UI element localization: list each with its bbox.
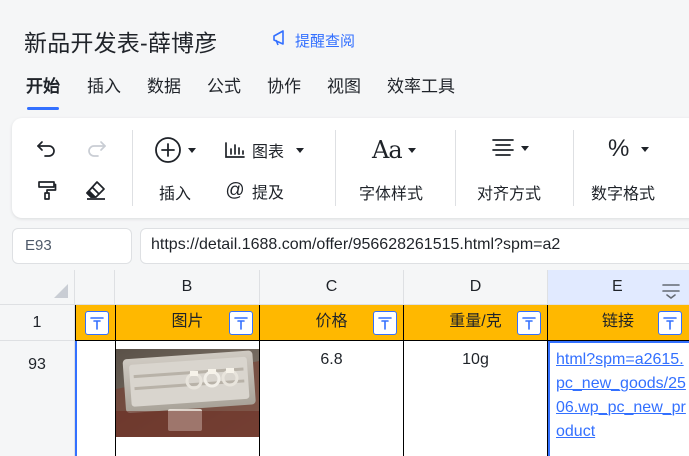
chart-button[interactable]: 图表 (224, 138, 305, 162)
column-header-b[interactable]: B (115, 270, 260, 305)
product-image[interactable] (116, 349, 259, 437)
cell-d93[interactable]: 10g (404, 341, 548, 456)
select-all-corner[interactable] (0, 270, 75, 305)
header-e-label: 链接 (602, 313, 635, 330)
remind-to-read-button[interactable]: 提醒查阅 (271, 29, 355, 51)
chevron-down-icon (521, 145, 529, 151)
font-style-dropdown[interactable]: Aa (372, 136, 416, 164)
font-style-label: 字体样式 (359, 186, 424, 203)
header-cell-a[interactable] (75, 305, 116, 341)
cell-c93[interactable]: 6.8 (260, 341, 404, 456)
clear-format-button[interactable] (85, 180, 107, 200)
spreadsheet-grid: B C D E 1 图片 价格 重量/克 链接 93 6.8 10g html?… (0, 270, 689, 456)
megaphone-icon (271, 29, 291, 51)
font-aa-icon: Aa (372, 136, 403, 164)
mention-label: 提及 (252, 185, 285, 202)
header-c-label: 价格 (315, 313, 348, 330)
alignment-dropdown[interactable] (491, 138, 529, 158)
chevron-down-icon (188, 147, 196, 153)
cell-e93-link[interactable]: html?spm=a2615.pc_new_goods/2506.wp_pc_n… (548, 341, 689, 456)
menu-tabs: 开始 插入 数据 公式 协作 视图 效率工具 (0, 76, 455, 112)
mention-button[interactable]: @ 提及 (224, 179, 284, 203)
number-format-label: 数字格式 (591, 186, 656, 203)
corner-triangle-icon (54, 284, 68, 298)
toolbar-divider (455, 130, 456, 206)
tab-efficiency-tools[interactable]: 效率工具 (387, 76, 455, 110)
number-format-dropdown[interactable]: % (608, 135, 650, 163)
header-cell-c[interactable]: 价格 (260, 305, 404, 341)
tab-start[interactable]: 开始 (26, 76, 60, 110)
tab-collaborate[interactable]: 协作 (267, 76, 301, 110)
toolbar-divider (573, 130, 574, 206)
redo-button[interactable] (85, 138, 107, 158)
plus-circle-icon (154, 136, 182, 164)
jewelry-tray-photo (116, 349, 259, 437)
tab-data[interactable]: 数据 (147, 76, 181, 110)
filter-button[interactable] (517, 311, 541, 335)
header-cell-d[interactable]: 重量/克 (404, 305, 548, 341)
column-header-a[interactable] (75, 270, 115, 305)
column-header-e-label: E (612, 278, 623, 295)
chevron-down-icon (641, 146, 650, 152)
filter-button[interactable] (658, 311, 682, 335)
column-header-d[interactable]: D (404, 270, 548, 305)
alignment-label: 对齐方式 (477, 186, 542, 203)
formula-input[interactable]: https://detail.1688.com/offer/9566282615… (140, 228, 689, 264)
percent-icon: % (608, 135, 630, 162)
redo-icon (85, 138, 107, 158)
cell-reference-box[interactable]: E93 (12, 228, 132, 264)
undo-icon (36, 138, 58, 158)
ribbon-toolbar: 插入 图表 @ 提及 Aa 字体样式 对齐方式 % 数字格式 (12, 118, 689, 218)
tab-formula[interactable]: 公式 (207, 76, 241, 110)
paint-brush-icon (37, 180, 57, 200)
at-sign-icon: @ (225, 180, 245, 201)
format-painter-button[interactable] (37, 180, 57, 200)
filter-button[interactable] (229, 311, 253, 335)
toolbar-divider (335, 130, 336, 206)
remind-label: 提醒查阅 (295, 32, 356, 50)
row-header-1[interactable]: 1 (0, 305, 75, 341)
toolbar-divider (132, 130, 133, 206)
column-header-e[interactable]: E (548, 270, 689, 305)
chevron-down-icon (407, 147, 416, 153)
filter-button[interactable] (373, 311, 397, 335)
document-title[interactable]: 新品开发表-薛博彦 (24, 24, 217, 58)
tab-view[interactable]: 视图 (327, 76, 361, 110)
insert-label: 插入 (159, 186, 192, 203)
row-header-93[interactable]: 93 (0, 341, 75, 456)
cell-a93[interactable] (75, 341, 116, 456)
align-center-icon (491, 138, 515, 158)
chart-label: 图表 (252, 144, 285, 161)
eraser-icon (85, 180, 107, 200)
spreadsheet-app: 新品开发表-薛博彦 提醒查阅 开始 插入 数据 公式 协作 视图 效率工具 插入… (0, 0, 689, 456)
column-header-c[interactable]: C (260, 270, 404, 305)
bar-chart-icon (224, 141, 246, 159)
undo-button[interactable] (36, 138, 58, 158)
header-cell-e[interactable]: 链接 (548, 305, 689, 341)
tab-insert[interactable]: 插入 (87, 76, 121, 110)
header-d-label: 重量/克 (449, 313, 502, 330)
insert-dropdown[interactable] (154, 136, 196, 164)
filter-button[interactable] (85, 311, 109, 335)
header-b-label: 图片 (171, 313, 204, 330)
header-cell-b[interactable]: 图片 (116, 305, 260, 341)
chevron-down-icon (296, 147, 305, 153)
